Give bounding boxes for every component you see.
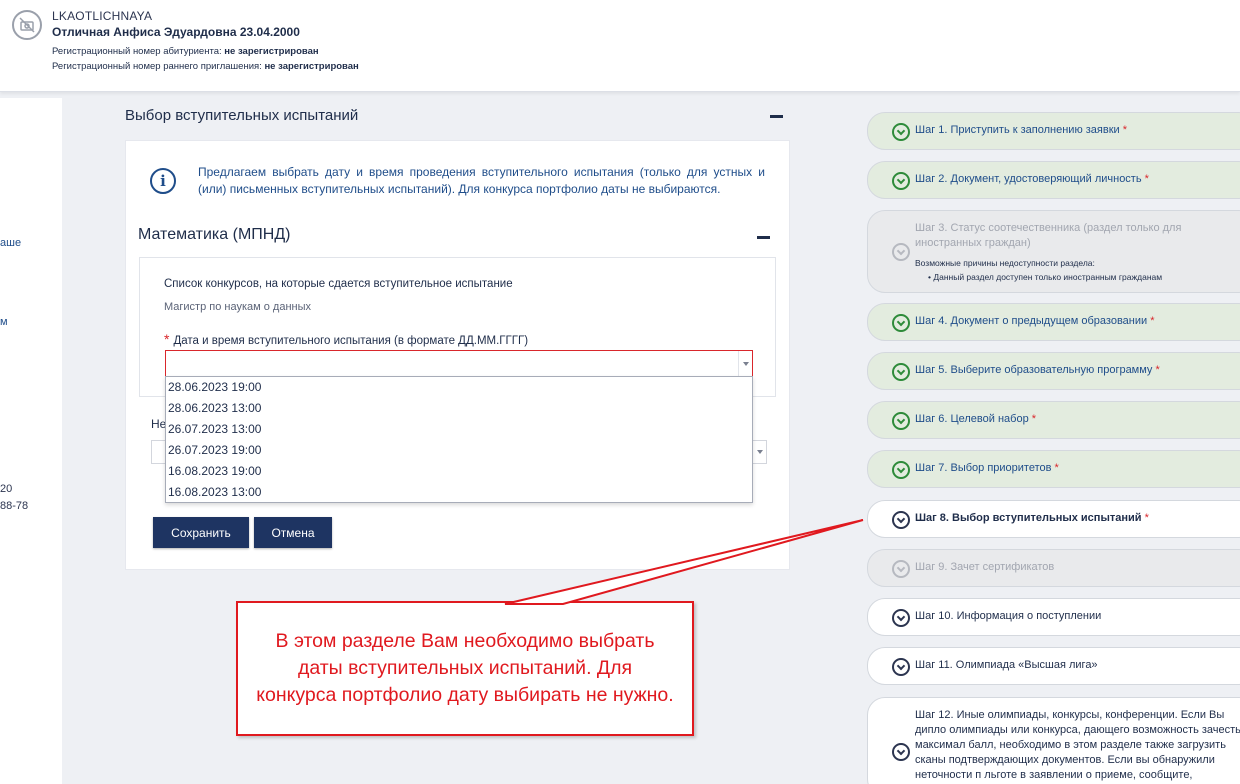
- sidebar-fragment[interactable]: аше: [0, 237, 21, 249]
- step-5[interactable]: Шаг 5. Выберите образовательную программ…: [867, 352, 1240, 390]
- step-label: Шаг 6. Целевой набор: [915, 413, 1029, 425]
- step-1[interactable]: Шаг 1. Приступить к заполнению заявки *: [867, 112, 1240, 150]
- left-sidebar: аше м 20 88-78: [0, 98, 62, 784]
- competitions-value: Магистр по наукам о данных: [164, 301, 312, 313]
- chevron-down-icon: [892, 560, 910, 578]
- date-select[interactable]: [165, 350, 753, 377]
- step-label: Шаг 2. Документ, удостоверяющий личность: [915, 173, 1142, 185]
- collapse-subject-icon[interactable]: [757, 236, 770, 239]
- step-7[interactable]: Шаг 7. Выбор приоритетов *: [867, 450, 1240, 488]
- callout-text: В этом разделе Вам необходимо выбрать да…: [256, 630, 674, 706]
- check-icon: [892, 412, 910, 430]
- required-mark: *: [164, 331, 170, 347]
- reg-number-early: Регистрационный номер раннего приглашени…: [52, 61, 359, 72]
- unavailable-reason-title: Возможные причины недоступности раздела:: [915, 258, 1095, 268]
- chevron-down-icon: [892, 658, 910, 676]
- date-dropdown: 28.06.2023 19:00 28.06.2023 13:00 26.07.…: [165, 376, 753, 503]
- chevron-down-icon: [892, 609, 910, 627]
- step-8[interactable]: Шаг 8. Выбор вступительных испытаний *: [867, 500, 1240, 538]
- info-message: Предлагаем выбрать дату и время проведен…: [198, 165, 765, 196]
- chevron-down-icon[interactable]: [752, 441, 766, 463]
- step-label: Шаг 8. Выбор вступительных испытаний: [915, 512, 1142, 524]
- unavailable-reason: • Данный раздел доступен только иностран…: [928, 272, 1163, 282]
- step-6[interactable]: Шаг 6. Целевой набор *: [867, 401, 1240, 439]
- sidebar-fragment: 88-78: [0, 500, 29, 512]
- date-option[interactable]: 26.07.2023 13:00: [166, 419, 752, 440]
- date-option[interactable]: 26.07.2023 19:00: [166, 440, 752, 461]
- step-label: Шаг 11. Олимпиада «Высшая лига»: [915, 659, 1098, 671]
- check-icon: [892, 314, 910, 332]
- step-label: Шаг 3. Статус соотечественника (раздел т…: [915, 222, 1182, 249]
- date-option[interactable]: 28.06.2023 19:00: [166, 377, 752, 398]
- applicant-full-name: Отличная Анфиса Эдуардовна 23.04.2000: [52, 25, 300, 39]
- chevron-icon: [892, 243, 910, 261]
- check-icon: [892, 461, 910, 479]
- check-icon: [892, 363, 910, 381]
- cancel-button[interactable]: Отмена: [254, 517, 332, 548]
- step-4[interactable]: Шаг 4. Документ о предыдущем образовании…: [867, 303, 1240, 341]
- step-9: Шаг 9. Зачет сертификатов: [867, 549, 1240, 587]
- step-12[interactable]: Шаг 12. Иные олимпиады, конкурсы, конфер…: [867, 697, 1240, 784]
- step-label: Шаг 1. Приступить к заполнению заявки: [915, 124, 1120, 136]
- login-name: LKAOTLICHNAYA: [52, 9, 153, 23]
- section-title: Выбор вступительных испытаний: [125, 107, 359, 124]
- save-button[interactable]: Сохранить: [153, 517, 249, 548]
- date-option[interactable]: 28.06.2023 13:00: [166, 398, 752, 419]
- sidebar-fragment[interactable]: м: [0, 316, 8, 328]
- reg-number-applicant: Регистрационный номер абитуриента: не за…: [52, 46, 319, 57]
- step-3: Шаг 3. Статус соотечественника (раздел т…: [867, 210, 1240, 293]
- step-label: Шаг 5. Выберите образовательную программ…: [915, 364, 1153, 376]
- info-icon: i: [150, 168, 176, 194]
- applicant-header: LKAOTLICHNAYA Отличная Анфиса Эдуардовна…: [0, 0, 1240, 92]
- no-photo-icon: [19, 17, 35, 33]
- step-2[interactable]: Шаг 2. Документ, удостоверяющий личность…: [867, 161, 1240, 199]
- subject-title: Математика (МПНД): [138, 226, 291, 243]
- step-label: Шаг 9. Зачет сертификатов: [915, 561, 1055, 573]
- check-icon: [892, 123, 910, 141]
- chevron-down-icon: [892, 511, 910, 529]
- chevron-down-icon[interactable]: [738, 351, 752, 376]
- collapse-section-icon[interactable]: [770, 115, 783, 118]
- step-label: Шаг 4. Документ о предыдущем образовании: [915, 315, 1148, 327]
- instruction-callout: В этом разделе Вам необходимо выбрать да…: [236, 601, 694, 736]
- chevron-down-icon: [892, 743, 910, 761]
- competitions-label: Список конкурсов, на которые сдается вст…: [164, 278, 513, 290]
- step-label: Шаг 12. Иные олимпиады, конкурсы, конфер…: [915, 709, 1240, 781]
- sidebar-fragment: 20: [0, 483, 13, 495]
- step-label: Шаг 10. Информация о поступлении: [915, 610, 1102, 622]
- avatar: [12, 10, 42, 40]
- step-label: Шаг 7. Выбор приоритетов: [915, 462, 1052, 474]
- date-label: * Дата и время вступительного испытания (…: [164, 331, 529, 347]
- date-option[interactable]: 16.08.2023 19:00: [166, 461, 752, 482]
- date-option[interactable]: 16.08.2023 13:00: [166, 482, 752, 503]
- check-icon: [892, 172, 910, 190]
- step-10[interactable]: Шаг 10. Информация о поступлении: [867, 598, 1240, 636]
- step-11[interactable]: Шаг 11. Олимпиада «Высшая лига»: [867, 647, 1240, 685]
